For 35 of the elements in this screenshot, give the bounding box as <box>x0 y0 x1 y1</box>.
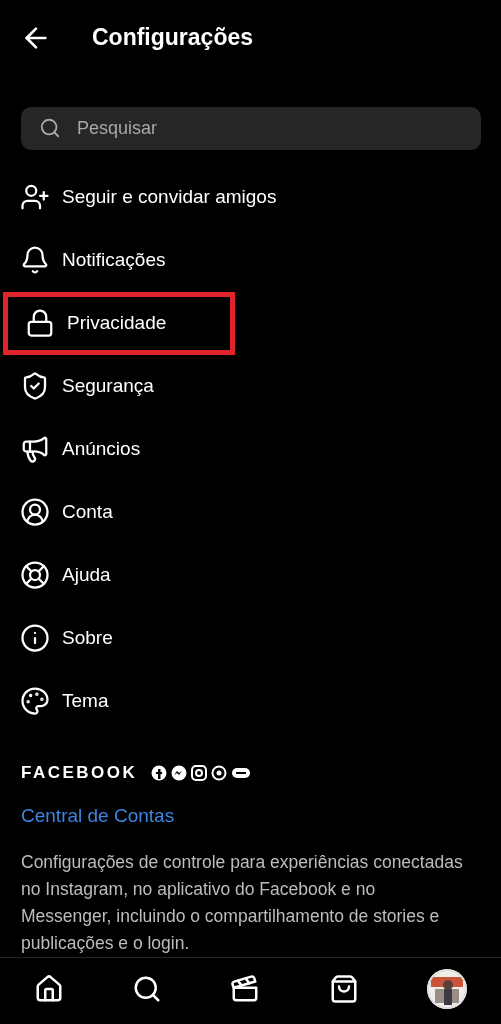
account-icon <box>20 497 50 528</box>
settings-label: Notificações <box>62 249 166 272</box>
lifebuoy-icon <box>20 560 50 591</box>
page-title: Configurações <box>92 24 254 51</box>
search-field[interactable]: Pesquisar <box>21 107 481 150</box>
search-input[interactable]: Pesquisar <box>75 116 463 140</box>
settings-label: Seguir e convidar amigos <box>62 186 277 209</box>
settings-item[interactable]: Anúncios <box>0 417 501 481</box>
settings-label: Segurança <box>62 375 154 398</box>
section-title: FACEBOOK <box>21 762 138 783</box>
megaphone-icon <box>20 434 50 465</box>
settings-item[interactable]: Notificações <box>0 228 501 292</box>
section-description: Configurações de controle para experiências conectadas no Instagram, no aplicativo do Facebook e no Messenger, incluindo o compartilhamento de stories e publicações e o login. <box>21 850 464 955</box>
palette-icon <box>20 686 50 717</box>
settings-item[interactable]: Conta <box>0 480 501 544</box>
settings-item[interactable]: Tema <box>0 669 501 733</box>
settings-item[interactable]: Privacidade <box>3 291 235 355</box>
accounts-center-link[interactable]: Central de Contas <box>21 804 481 827</box>
lock-icon <box>25 308 55 339</box>
reels-icon[interactable] <box>230 973 261 1004</box>
settings-label: Tema <box>62 690 109 713</box>
settings-label: Sobre <box>62 627 113 650</box>
profile-avatar[interactable] <box>426 968 467 1009</box>
home-icon[interactable] <box>34 973 65 1004</box>
search-icon <box>39 117 61 140</box>
settings-item[interactable]: Segurança <box>0 354 501 418</box>
settings-label: Privacidade <box>67 312 167 335</box>
settings-item[interactable]: Ajuda <box>0 543 501 607</box>
info-icon <box>20 623 50 654</box>
settings-item[interactable]: Sobre <box>0 606 501 670</box>
settings-label: Ajuda <box>62 564 111 587</box>
bell-icon <box>20 245 50 276</box>
settings-label: Anúncios <box>62 438 141 461</box>
settings-label: Conta <box>62 501 113 524</box>
settings-item[interactable]: Seguir e convidar amigos <box>0 165 501 229</box>
